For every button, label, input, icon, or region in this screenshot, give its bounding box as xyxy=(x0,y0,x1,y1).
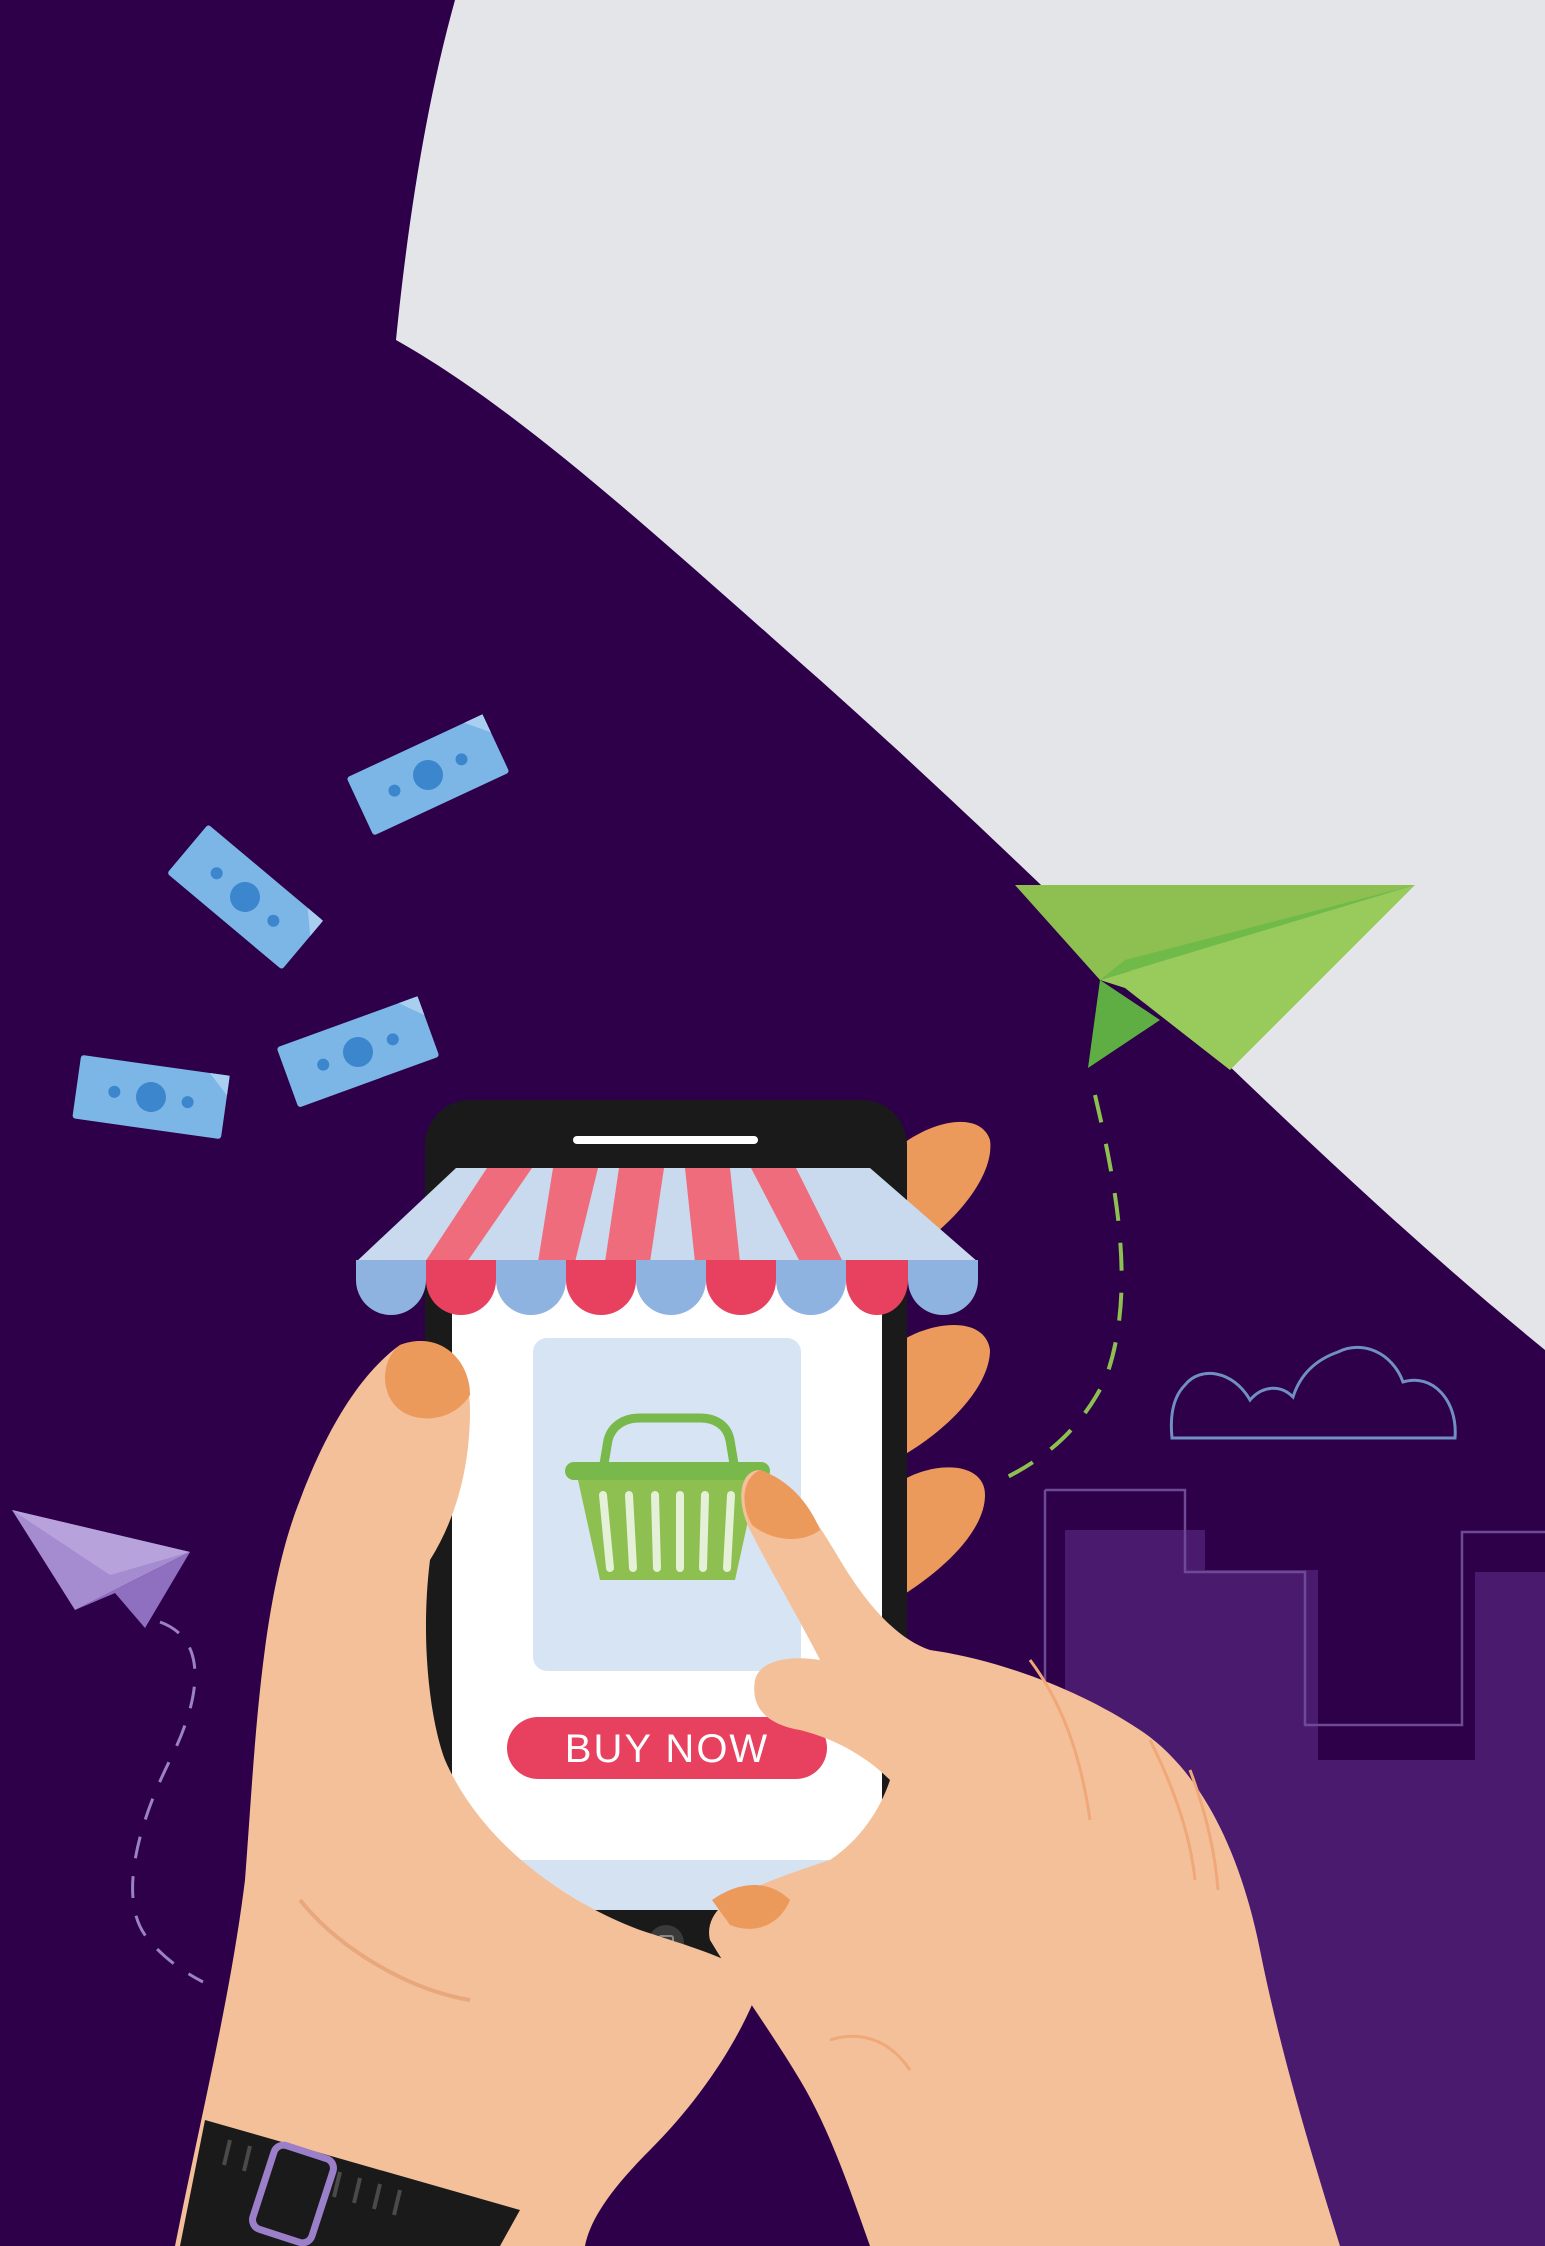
phone-speaker xyxy=(573,1136,758,1144)
illustration-canvas: BUY NOW xyxy=(0,0,1545,2246)
shop-awning xyxy=(356,1168,978,1315)
buy-now-button[interactable]: BUY NOW xyxy=(507,1717,827,1779)
buy-now-label: BUY NOW xyxy=(565,1727,769,1771)
